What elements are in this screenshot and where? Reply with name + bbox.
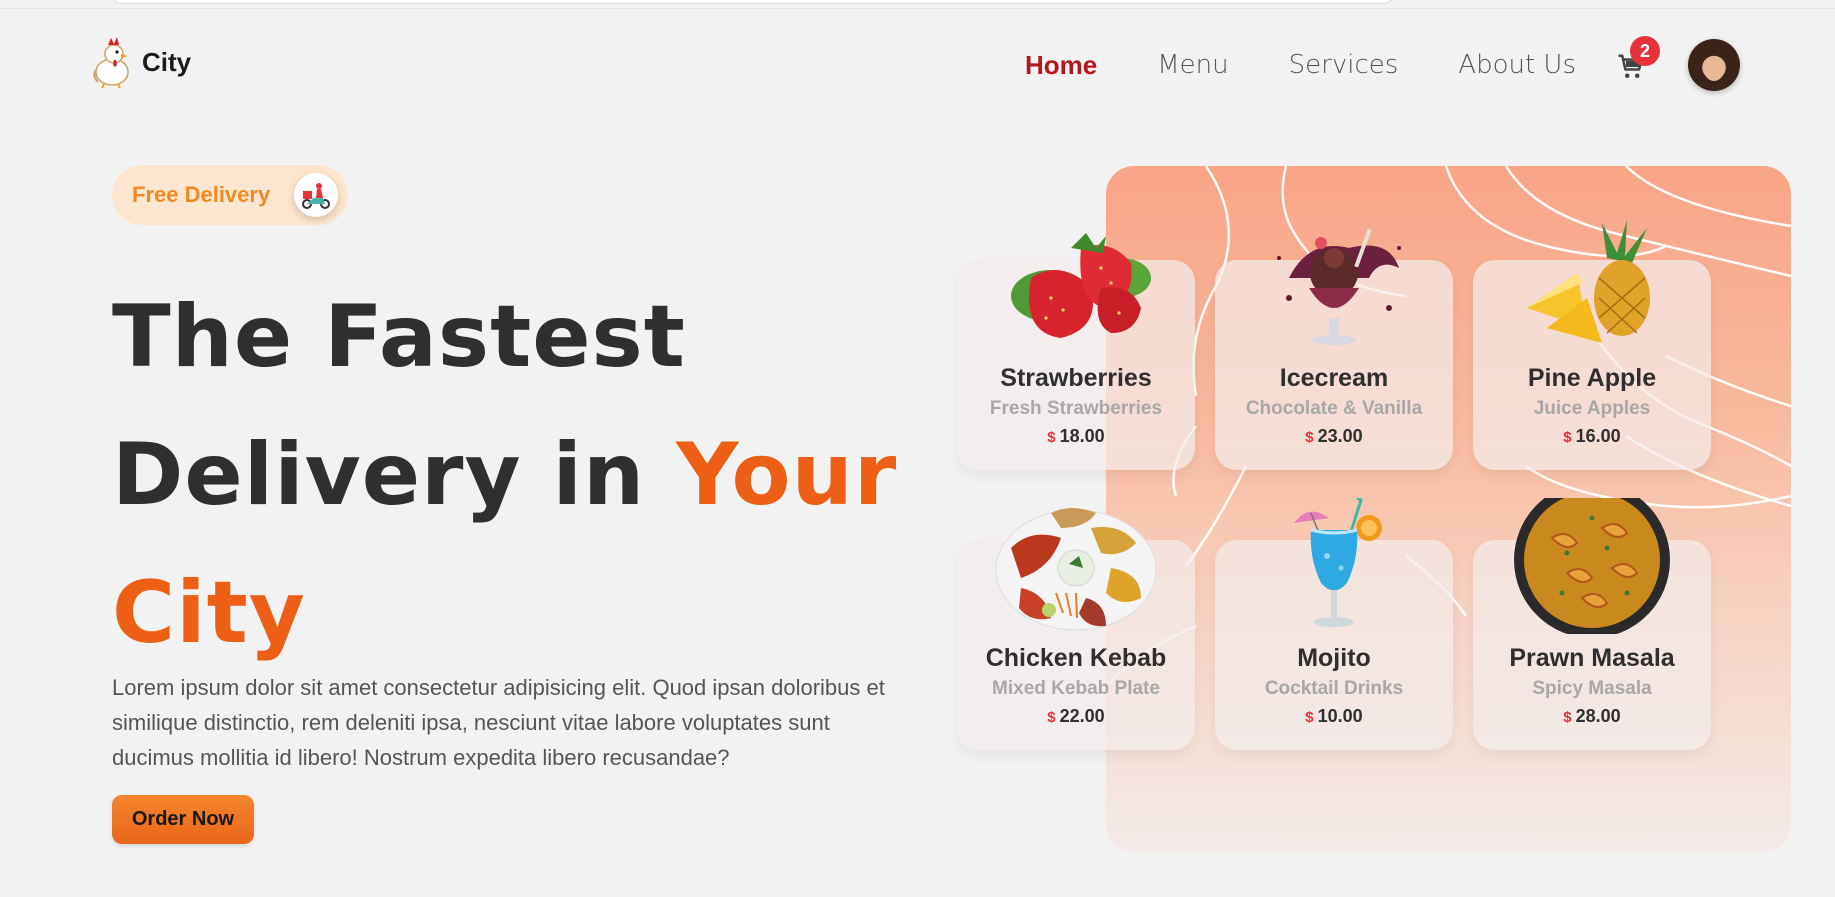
nav-services[interactable]: Services — [1289, 50, 1399, 80]
card-price: $16.00 — [1473, 426, 1711, 447]
menu-card-strawberries[interactable]: Strawberries Fresh Strawberries $18.00 — [957, 233, 1195, 470]
delivery-scooter-icon — [294, 173, 338, 217]
cart-button[interactable]: 2 — [1616, 36, 1660, 82]
cart-count-badge: 2 — [1630, 36, 1660, 66]
hero-headline: The Fastest Delivery in Your City — [112, 268, 912, 682]
logo[interactable]: City — [90, 36, 191, 88]
card-subtitle: Cocktail Drinks — [1264, 678, 1404, 699]
user-avatar[interactable] — [1688, 39, 1740, 91]
card-subtitle: Fresh Strawberries — [989, 398, 1163, 419]
headline-accent-city: City — [112, 563, 306, 663]
browser-top-strip — [0, 0, 1835, 9]
currency-symbol: $ — [1047, 709, 1056, 726]
menu-card-mojito[interactable]: Mojito Cocktail Drinks $10.00 — [1215, 498, 1453, 750]
card-name: Pine Apple — [1527, 364, 1657, 392]
strawberries-image — [1011, 233, 1151, 338]
price-value: 16.00 — [1575, 426, 1621, 446]
card-price: $18.00 — [957, 426, 1195, 447]
menu-card-prawn-masala[interactable]: Prawn Masala Spicy Masala $28.00 — [1473, 498, 1711, 750]
card-name: Mojito — [1297, 644, 1371, 672]
price-value: 22.00 — [1059, 706, 1105, 726]
prawn-masala-image — [1514, 498, 1670, 634]
headline-line-1: The Fastest — [112, 287, 686, 387]
logo-text: City — [142, 46, 192, 77]
card-subtitle: Chocolate & Vanilla — [1245, 398, 1423, 419]
card-name: Prawn Masala — [1509, 644, 1675, 672]
price-value: 18.00 — [1059, 426, 1105, 446]
site-header: City Home Menu Services About Us 2 — [90, 30, 1740, 100]
menu-card-chicken-kebab[interactable]: Chicken Kebab Mixed Kebab Plate $22.00 — [957, 508, 1195, 750]
order-now-button[interactable]: Order Now — [112, 795, 254, 844]
card-name: Icecream — [1279, 364, 1389, 392]
rooster-logo-icon — [93, 37, 129, 88]
card-subtitle: Mixed Kebab Plate — [992, 678, 1160, 699]
card-price: $23.00 — [1215, 426, 1453, 447]
headline-accent-your: Your — [676, 425, 898, 525]
pineapple-image — [1527, 220, 1650, 343]
mojito-image — [1294, 498, 1382, 627]
card-price: $28.00 — [1473, 706, 1711, 727]
card-price: $10.00 — [1215, 706, 1453, 727]
currency-symbol: $ — [1047, 429, 1056, 446]
hero-description: Lorem ipsum dolor sit amet consectetur a… — [112, 675, 885, 770]
kebab-image — [995, 508, 1157, 631]
currency-symbol: $ — [1305, 429, 1314, 446]
card-subtitle: Spicy Masala — [1532, 678, 1652, 699]
menu-card-pineapple[interactable]: Pine Apple Juice Apples $16.00 — [1473, 220, 1711, 470]
card-subtitle: Juice Apples — [1533, 398, 1651, 419]
card-name: Chicken Kebab — [985, 644, 1167, 672]
menu-card-icecream[interactable]: Icecream Chocolate & Vanilla $23.00 — [1215, 228, 1453, 470]
currency-symbol: $ — [1563, 709, 1572, 726]
nav-menu[interactable]: Menu — [1157, 50, 1228, 80]
card-name: Strawberries — [1000, 364, 1152, 392]
currency-symbol: $ — [1305, 709, 1314, 726]
nav-about-us[interactable]: About Us — [1458, 50, 1576, 80]
headline-line-2: Delivery in — [112, 425, 677, 525]
price-value: 28.00 — [1575, 706, 1621, 726]
free-delivery-badge: Free Delivery — [112, 165, 348, 225]
nav-home[interactable]: Home — [1025, 50, 1097, 81]
currency-symbol: $ — [1563, 429, 1572, 446]
address-bar-edge — [110, 0, 1395, 4]
card-price: $22.00 — [957, 706, 1195, 727]
price-value: 10.00 — [1317, 706, 1363, 726]
badge-label: Free Delivery — [132, 182, 271, 207]
price-value: 23.00 — [1317, 426, 1363, 446]
main-nav: Home Menu Services About Us 2 — [965, 30, 1740, 100]
icecream-image — [1277, 228, 1401, 345]
